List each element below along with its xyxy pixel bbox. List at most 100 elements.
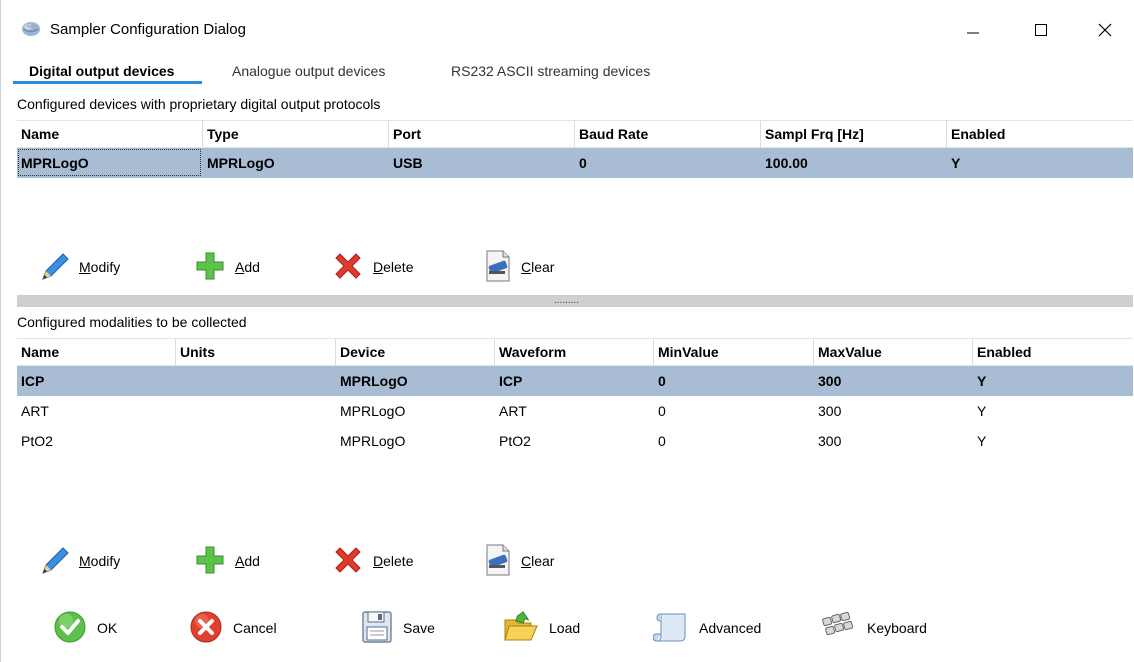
cell-type: MPRLogO: [207, 155, 275, 171]
cell-waveform: PtO2: [499, 433, 531, 449]
ok-button[interactable]: OK: [53, 606, 117, 650]
cell-name: ART: [21, 403, 49, 419]
devices-table: Name Type Port Baud Rate Sampl Frq [Hz] …: [17, 120, 1133, 180]
check-icon: [53, 610, 87, 647]
app-icon: [21, 20, 41, 41]
devices-delete-button[interactable]: Delete: [331, 247, 413, 287]
top-strip: [1, 0, 1134, 8]
tab-analogue-output[interactable]: Analogue output devices: [232, 63, 385, 79]
delete-x-icon: [331, 249, 365, 286]
cell-name: MPRLogO: [21, 155, 89, 171]
delete-x-icon: [331, 543, 365, 580]
plus-icon: [193, 543, 227, 580]
minimize-button[interactable]: [941, 8, 1005, 52]
devices-table-header: Name Type Port Baud Rate Sampl Frq [Hz] …: [17, 120, 1133, 148]
panel-splitter[interactable]: .........: [17, 295, 1133, 307]
tab-digital-output[interactable]: Digital output devices: [29, 63, 174, 79]
maximize-button[interactable]: [1009, 8, 1073, 52]
table-row[interactable]: MPRLogO MPRLogO USB 0 100.00 Y: [17, 148, 1133, 178]
column-header-maxvalue[interactable]: MaxValue: [814, 339, 973, 365]
delete-mnemonic: D: [373, 259, 384, 275]
modify-mnemonic: M: [79, 553, 91, 569]
delete-label: elete: [383, 553, 414, 569]
load-label: Load: [549, 620, 581, 636]
save-disk-icon: [361, 610, 393, 647]
column-header-waveform[interactable]: Waveform: [495, 339, 654, 365]
keyboard-icon: [821, 611, 857, 645]
modalities-clear-button[interactable]: Clear: [483, 541, 554, 581]
cell-maxvalue: 300: [818, 403, 842, 419]
cell-units: [176, 426, 180, 456]
column-header-baud-rate[interactable]: Baud Rate: [575, 121, 761, 147]
cancel-icon: [189, 610, 223, 647]
scroll-icon: [652, 610, 689, 647]
column-header-port[interactable]: Port: [389, 121, 575, 147]
modify-label: odify: [90, 259, 121, 275]
devices-add-button[interactable]: Add: [193, 247, 260, 287]
cell-enabled: Y: [977, 403, 987, 419]
cell-enabled: Y: [951, 155, 961, 171]
pencil-icon: [37, 543, 71, 580]
cell-sample-frequency: 100.00: [765, 155, 808, 171]
active-tab-indicator: [13, 81, 202, 84]
column-header-device[interactable]: Device: [336, 339, 495, 365]
column-header-name[interactable]: Name: [17, 121, 203, 147]
clear-mnemonic: C: [521, 259, 532, 275]
cell-waveform: ART: [499, 403, 527, 419]
cell-name: PtO2: [21, 433, 53, 449]
cell-units: [176, 396, 180, 426]
column-header-enabled[interactable]: Enabled: [973, 339, 1133, 365]
devices-section-label: Configured devices with proprietary digi…: [17, 96, 381, 112]
eraser-icon: [483, 543, 513, 580]
plus-icon: [193, 249, 227, 286]
modify-label: odify: [90, 553, 121, 569]
close-button[interactable]: [1073, 8, 1134, 52]
column-header-units[interactable]: Units: [176, 339, 336, 365]
eraser-icon: [483, 249, 513, 286]
cell-port: USB: [393, 155, 423, 171]
title-bar[interactable]: Sampler Configuration Dialog: [1, 8, 1134, 52]
cancel-label: Cancel: [233, 620, 277, 636]
window-title: Sampler Configuration Dialog: [50, 21, 246, 38]
table-row[interactable]: PtO2 MPRLogO PtO2 0 300 Y: [17, 426, 1133, 456]
modalities-delete-button[interactable]: Delete: [331, 541, 413, 581]
devices-modify-button[interactable]: Modify: [37, 247, 120, 287]
devices-clear-button[interactable]: Clear: [483, 247, 554, 287]
keyboard-label: Keyboard: [867, 620, 927, 636]
clear-mnemonic: C: [521, 553, 532, 569]
modalities-add-button[interactable]: Add: [193, 541, 260, 581]
cell-minvalue: 0: [658, 403, 666, 419]
cell-waveform: ICP: [499, 373, 523, 389]
add-mnemonic: A: [235, 553, 245, 569]
cell-baud-rate: 0: [579, 155, 587, 171]
cell-minvalue: 0: [658, 433, 666, 449]
folder-open-icon: [503, 610, 539, 647]
tab-rs232-streaming[interactable]: RS232 ASCII streaming devices: [451, 63, 650, 79]
column-header-type[interactable]: Type: [203, 121, 389, 147]
cell-enabled: Y: [977, 433, 987, 449]
table-row[interactable]: ICP MPRLogO ICP 0 300 Y: [17, 366, 1133, 396]
load-button[interactable]: Load: [503, 606, 580, 650]
dialog-window: Sampler Configuration Dialog Digital out…: [0, 0, 1134, 662]
advanced-label: Advanced: [699, 620, 762, 636]
column-header-enabled[interactable]: Enabled: [947, 121, 1133, 147]
clear-label: lear: [531, 259, 555, 275]
splitter-grip: .........: [554, 295, 580, 306]
cell-device: MPRLogO: [340, 433, 406, 449]
advanced-button[interactable]: Advanced: [652, 606, 762, 650]
save-label: Save: [403, 620, 435, 636]
modify-mnemonic: M: [79, 259, 91, 275]
delete-label: elete: [383, 259, 414, 275]
add-mnemonic: A: [235, 259, 245, 275]
keyboard-button[interactable]: Keyboard: [821, 606, 927, 650]
cancel-button[interactable]: Cancel: [189, 606, 277, 650]
modalities-section-label: Configured modalities to be collected: [17, 314, 247, 330]
pencil-icon: [37, 249, 71, 286]
save-button[interactable]: Save: [361, 606, 435, 650]
column-header-name[interactable]: Name: [17, 339, 176, 365]
modalities-modify-button[interactable]: Modify: [37, 541, 120, 581]
column-header-minvalue[interactable]: MinValue: [654, 339, 814, 365]
column-header-sample-frequency[interactable]: Sampl Frq [Hz]: [761, 121, 947, 147]
table-row[interactable]: ART MPRLogO ART 0 300 Y: [17, 396, 1133, 426]
cell-device: MPRLogO: [340, 403, 406, 419]
